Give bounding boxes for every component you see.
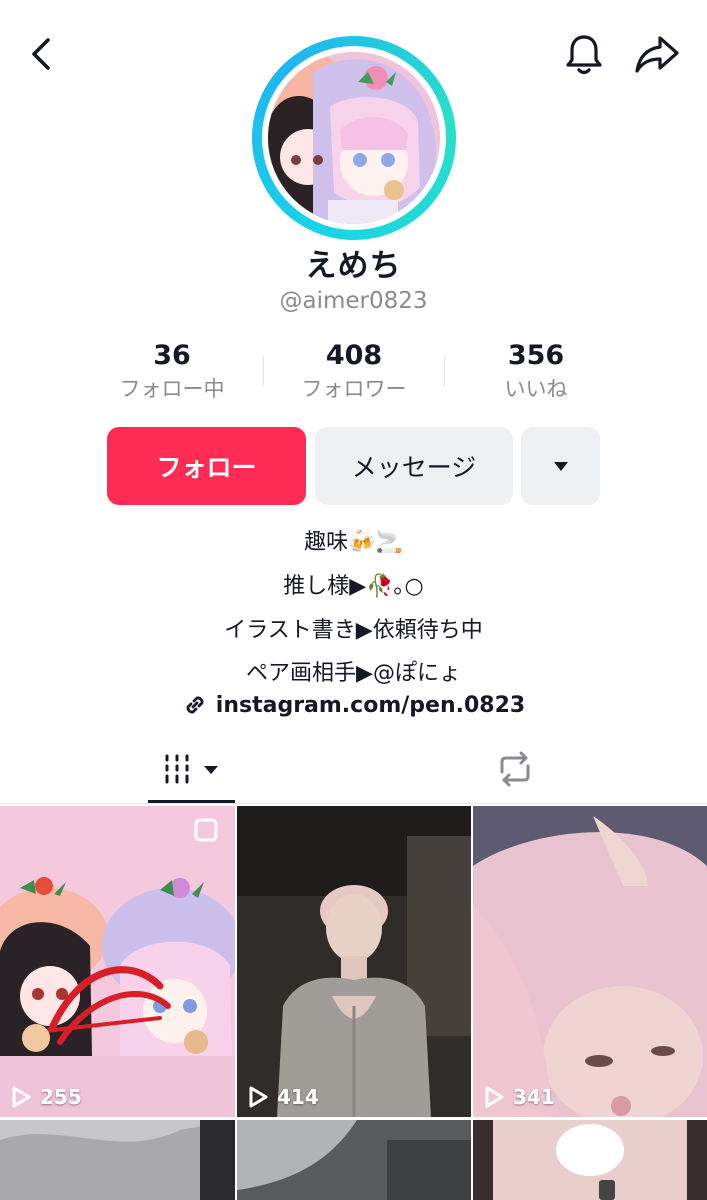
suggested-accounts-button[interactable] (521, 427, 600, 505)
bio-link-text[interactable]: instagram.com/pen.0823 (216, 693, 525, 718)
tab-divider (0, 803, 707, 804)
likes-label: いいね (504, 377, 568, 401)
stat-divider (444, 356, 445, 386)
message-button[interactable]: メッセージ (315, 427, 513, 505)
bio-line: ペア画相手▶@ぽにょ (246, 661, 461, 686)
bio-line: 推し様▶🥀｡○ (283, 574, 424, 599)
bio-line: イラスト書き▶依頼待ち中 (224, 618, 483, 643)
caret-down-icon (203, 765, 219, 775)
bio-link[interactable]: instagram.com/pen.0823 (0, 692, 707, 718)
video-thumbnail[interactable] (237, 1120, 471, 1200)
bell-icon[interactable] (560, 30, 608, 78)
likes-count: 356 (507, 340, 565, 371)
follow-button[interactable]: フォロー (107, 427, 306, 505)
play-icon (483, 1085, 505, 1109)
grid-icon (163, 753, 193, 785)
video-thumbnail[interactable]: 341 (473, 806, 707, 1117)
play-icon (247, 1085, 269, 1109)
play-count-value: 341 (513, 1085, 555, 1109)
followers-label: フォロワー (301, 377, 407, 401)
display-name: えめち (305, 248, 402, 284)
following-count: 36 (153, 340, 191, 371)
followers-stat[interactable]: 408 フォロワー (264, 338, 444, 404)
caret-down-icon (552, 460, 570, 472)
repost-icon (496, 750, 534, 788)
avatar[interactable] (268, 52, 440, 224)
tab-reposts[interactable] (353, 740, 707, 802)
play-count: 341 (483, 1085, 555, 1109)
followers-count: 408 (325, 340, 383, 371)
video-thumbnail[interactable]: 255 (0, 806, 235, 1117)
play-icon (10, 1085, 32, 1109)
link-icon (182, 692, 208, 718)
bio-line: 趣味🍻🚬 (304, 530, 403, 555)
play-count: 414 (247, 1085, 319, 1109)
video-thumbnail[interactable]: 414 (237, 806, 471, 1117)
play-count-value: 414 (277, 1085, 319, 1109)
tab-videos[interactable] (0, 740, 353, 802)
share-icon[interactable] (632, 30, 682, 78)
video-thumbnail[interactable] (0, 1120, 235, 1200)
play-count-value: 255 (40, 1085, 82, 1109)
play-count: 255 (10, 1085, 82, 1109)
following-label: フォロー中 (119, 377, 225, 401)
back-icon[interactable] (22, 32, 62, 76)
video-thumbnail[interactable] (473, 1120, 707, 1200)
following-stat[interactable]: 36 フォロー中 (82, 338, 262, 404)
likes-stat: 356 いいね (446, 338, 626, 404)
username-handle: @aimer0823 (279, 288, 428, 314)
